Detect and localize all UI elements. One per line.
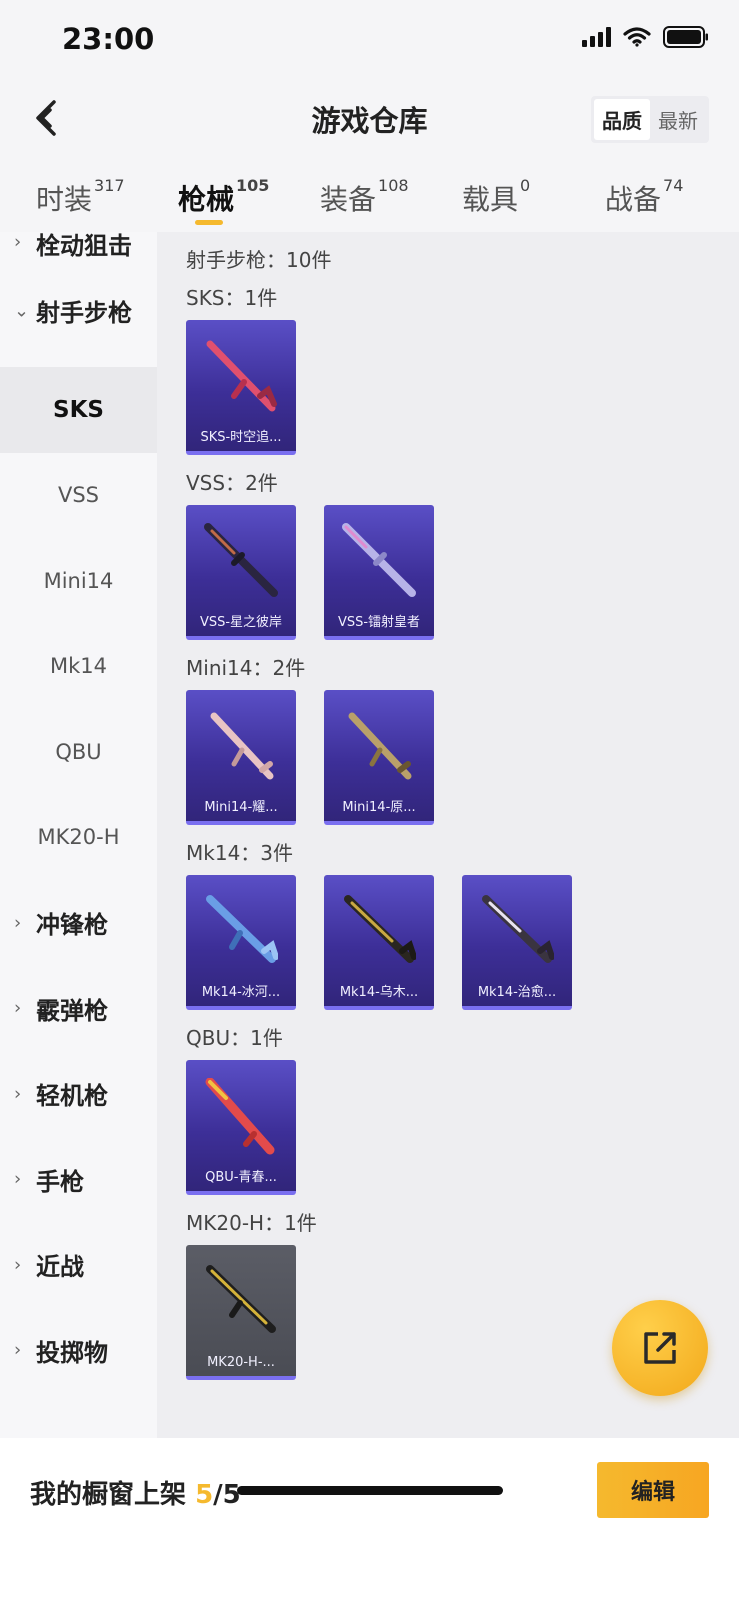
weapon-category-sidebar: › 栓动狙击 ⌄ 射手步枪 SKS VSS Mini14 Mk14 QBU MK… <box>0 232 157 1438</box>
share-button[interactable] <box>612 1300 708 1396</box>
chevron-right-icon: › <box>14 997 22 1019</box>
tab-vehicles[interactable]: 载具 0 <box>462 176 531 218</box>
home-indicator[interactable] <box>237 1486 503 1495</box>
chevron-right-icon: › <box>14 1168 22 1190</box>
weapon-card[interactable]: MK20-H-... <box>186 1245 296 1380</box>
sidebar-subitem-qbu[interactable]: QBU <box>0 709 157 795</box>
status-bar: 23:00 <box>0 0 739 80</box>
sidebar-subitem-sks[interactable]: SKS <box>0 367 157 453</box>
tab-count: 105 <box>236 176 270 195</box>
card-row: QBU-青春... <box>186 1060 739 1195</box>
rifle-skin-icon <box>205 1078 275 1155</box>
group-heading-mk20h: MK20-H：1件 <box>186 1211 317 1235</box>
rifle-skin-icon <box>344 895 416 963</box>
rifle-skin-icon <box>206 1265 276 1333</box>
weapon-card-name: Mini14-原... <box>342 800 416 815</box>
tab-fashion[interactable]: 时装 317 <box>36 176 125 218</box>
rifle-skin-icon <box>342 523 416 597</box>
weapon-card[interactable]: SKS-时空追... <box>186 320 296 455</box>
tab-count: 74 <box>663 176 684 195</box>
status-time: 23:00 <box>62 22 155 56</box>
group-heading-qbu: QBU：1件 <box>186 1026 283 1050</box>
showcase-current-count: 5 <box>195 1480 214 1510</box>
weapon-card[interactable]: Mk14-乌木... <box>324 875 434 1010</box>
tab-count: 0 <box>520 176 531 195</box>
weapon-list: 射手步枪：10件 SKS：1件 SKS-时空追... VSS：2件 VSS-星之… <box>157 232 739 1438</box>
weapon-card-name: Mini14-耀... <box>204 800 278 815</box>
group-heading-sks: SKS：1件 <box>186 286 278 310</box>
sidebar-subitem-vss[interactable]: VSS <box>0 453 157 539</box>
weapon-card[interactable]: Mk14-冰河... <box>186 875 296 1010</box>
card-row: Mini14-耀... Mini14-原... <box>186 690 739 825</box>
rifle-skin-icon <box>348 712 412 780</box>
weapon-card-name: VSS-星之彼岸 <box>199 615 283 630</box>
sort-quality-button[interactable]: 品质 <box>594 99 650 140</box>
group-heading-mini14: Mini14：2件 <box>186 656 306 680</box>
sidebar-item-smg[interactable]: › 冲锋枪 <box>0 880 157 966</box>
weapon-card[interactable]: Mini14-耀... <box>186 690 296 825</box>
sidebar-item-throwables[interactable]: › 投掷物 <box>0 1308 157 1394</box>
tab-equipment[interactable]: 装备 108 <box>320 176 409 218</box>
status-icons <box>582 26 709 48</box>
rifle-skin-icon <box>210 712 274 780</box>
weapon-card-name: Mk14-乌木... <box>339 985 419 1000</box>
rifle-skin-icon <box>482 895 554 963</box>
weapon-card[interactable]: Mini14-原... <box>324 690 434 825</box>
group-heading-mk14: Mk14：3件 <box>186 841 294 865</box>
edit-button[interactable]: 编辑 <box>597 1462 709 1518</box>
chevron-right-icon: › <box>14 912 22 934</box>
chevron-right-icon: › <box>14 1254 22 1276</box>
sidebar-item-melee[interactable]: › 近战 <box>0 1222 157 1308</box>
battery-icon <box>663 26 709 48</box>
sidebar-subitem-mk20h[interactable]: MK20-H <box>0 795 157 881</box>
cellular-signal-icon <box>582 27 611 47</box>
weapon-card-name: Mk14-冰河... <box>201 985 281 1000</box>
card-row: VSS-星之彼岸 VSS-镭射皇者 <box>186 505 739 640</box>
weapon-card[interactable]: QBU-青春... <box>186 1060 296 1195</box>
category-total: 射手步枪：10件 <box>186 248 332 272</box>
tab-supplies[interactable]: 战备 74 <box>605 176 684 218</box>
sidebar-subitem-mk14[interactable]: Mk14 <box>0 624 157 710</box>
weapon-card-name: VSS-镭射皇者 <box>337 615 421 630</box>
chevron-right-icon: › <box>14 1083 22 1105</box>
share-external-icon <box>644 1332 676 1364</box>
wifi-icon <box>623 27 651 47</box>
sort-newest-button[interactable]: 最新 <box>650 99 706 140</box>
tab-count: 317 <box>94 176 125 195</box>
sidebar-item-bolt-action[interactable]: › 栓动狙击 <box>0 232 157 260</box>
weapon-card-name: MK20-H-... <box>207 1355 275 1370</box>
chevron-right-icon: › <box>14 232 22 253</box>
showcase-total-count: /5 <box>213 1480 241 1510</box>
weapon-card[interactable]: VSS-星之彼岸 <box>186 505 296 640</box>
sort-toggle: 品质 最新 <box>591 96 709 143</box>
weapon-card-name: Mk14-治愈... <box>477 985 557 1000</box>
sidebar-item-lmg[interactable]: › 轻机枪 <box>0 1051 157 1137</box>
category-tabs: 时装 317 枪械 105 装备 108 载具 0 战备 74 <box>0 168 739 232</box>
card-row: SKS-时空追... <box>186 320 739 455</box>
card-row: Mk14-冰河... Mk14-乌木... Mk14-治愈... <box>186 875 739 1010</box>
weapon-card[interactable]: VSS-镭射皇者 <box>324 505 434 640</box>
weapon-card-name: QBU-青春... <box>205 1170 277 1185</box>
weapon-card-name: SKS-时空追... <box>200 430 282 445</box>
rifle-skin-icon <box>206 895 278 963</box>
tab-count: 108 <box>378 176 409 195</box>
rifle-skin-icon <box>206 340 277 412</box>
chevron-down-icon: ⌄ <box>14 300 30 321</box>
rifle-skin-icon <box>204 523 278 597</box>
chevron-right-icon: › <box>14 1339 22 1361</box>
sidebar-subitem-mini14[interactable]: Mini14 <box>0 538 157 624</box>
showcase-status: 我的橱窗上架 5/5 <box>30 1480 241 1510</box>
weapon-card[interactable]: Mk14-治愈... <box>462 875 572 1010</box>
sidebar-item-marksman[interactable]: ⌄ 射手步枪 <box>0 254 157 367</box>
sidebar-item-shotgun[interactable]: › 霰弹枪 <box>0 966 157 1052</box>
sidebar-item-pistol[interactable]: › 手枪 <box>0 1137 157 1223</box>
group-heading-vss: VSS：2件 <box>186 471 278 495</box>
top-navigation-bar: 游戏仓库 品质 最新 <box>0 86 739 150</box>
active-tab-indicator <box>195 220 223 225</box>
tab-guns[interactable]: 枪械 105 <box>178 176 270 218</box>
showcase-footer: 我的橱窗上架 5/5 编辑 <box>0 1438 739 1600</box>
